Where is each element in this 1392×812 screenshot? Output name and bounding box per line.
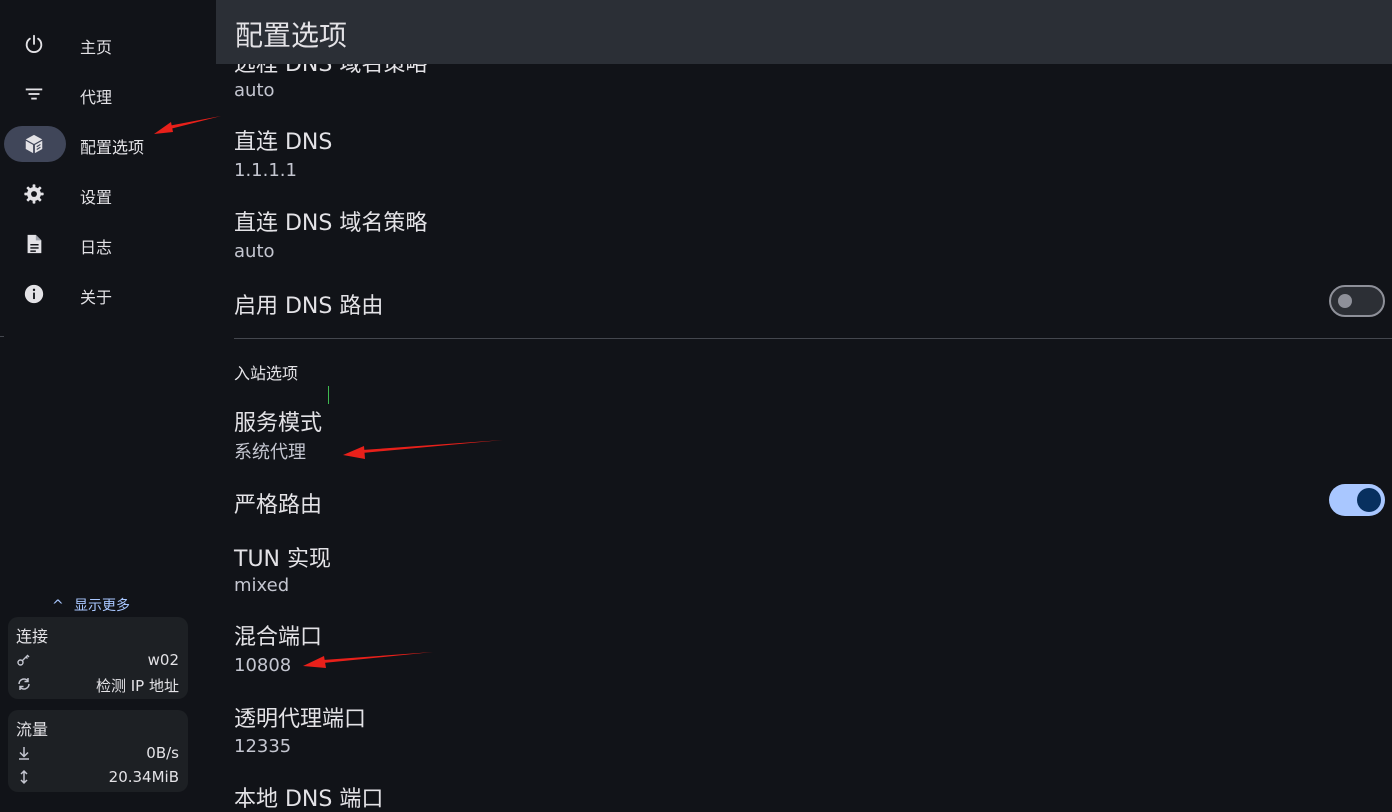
direct-dns-title[interactable]: 直连 DNS bbox=[234, 124, 332, 156]
sidebar-item-home[interactable]: 主页 bbox=[4, 25, 214, 63]
direct-dns-value: 1.1.1.1 bbox=[234, 160, 297, 181]
transparent-proxy-port-title[interactable]: 透明代理端口 bbox=[234, 701, 366, 733]
up-down-arrow-icon bbox=[16, 769, 32, 785]
gear-icon bbox=[24, 184, 44, 204]
sidebar-item-logs[interactable]: 日志 bbox=[4, 225, 214, 263]
refresh-icon bbox=[16, 676, 32, 692]
mixed-port-title[interactable]: 混合端口 bbox=[234, 619, 322, 651]
sidebar-item-proxy[interactable]: 代理 bbox=[4, 75, 214, 113]
remote-dns-strategy-value: auto bbox=[234, 80, 275, 101]
filter-list-icon bbox=[25, 88, 43, 100]
strict-route-title: 严格路由 bbox=[234, 493, 323, 518]
traffic-total-value: 20.34MiB bbox=[108, 768, 179, 786]
traffic-speed-value: 0B/s bbox=[146, 744, 179, 762]
local-dns-port-title[interactable]: 本地 DNS 端口 bbox=[234, 781, 383, 812]
sidebar-item-settings[interactable]: 设置 bbox=[4, 175, 214, 213]
enable-dns-routing-title: 启用 DNS 路由 bbox=[234, 294, 384, 319]
sidebar: 主页 代理 配置选项 设置 日志 关于 ^ 显示更多 连接 w02 检测 IP … bbox=[0, 0, 216, 812]
sidebar-item-about[interactable]: 关于 bbox=[4, 275, 214, 313]
connection-card-title: 连接 bbox=[16, 627, 49, 646]
power-icon bbox=[25, 34, 43, 53]
strict-route-toggle[interactable] bbox=[1329, 484, 1385, 516]
connection-profile-value: w02 bbox=[147, 651, 179, 669]
tun-impl-title[interactable]: TUN 实现 bbox=[234, 541, 331, 573]
sidebar-item-label: 设置 bbox=[80, 188, 113, 207]
main-content: 配置选项 远程 DNS 域名策略 auto 直连 DNS 1.1.1.1 直连 … bbox=[216, 0, 1392, 812]
enable-dns-routing-toggle[interactable] bbox=[1329, 285, 1385, 317]
traffic-total-row: 20.34MiB bbox=[16, 768, 179, 788]
document-icon bbox=[27, 234, 42, 254]
info-icon bbox=[24, 284, 44, 304]
page-title: 配置选项 bbox=[235, 19, 348, 52]
traffic-speed-row: 0B/s bbox=[16, 744, 179, 764]
connection-profile-row[interactable]: w02 bbox=[16, 651, 179, 671]
sidebar-item-label: 主页 bbox=[80, 38, 113, 57]
direct-dns-strategy-title[interactable]: 直连 DNS 域名策略 bbox=[234, 205, 427, 237]
check-ip-label: 检测 IP 地址 bbox=[95, 677, 179, 695]
key-icon bbox=[16, 652, 32, 668]
sidebar-item-label: 代理 bbox=[80, 88, 113, 107]
sidebar-item-label: 配置选项 bbox=[80, 138, 145, 157]
cube-icon bbox=[25, 134, 43, 154]
show-more-label: 显示更多 bbox=[74, 598, 130, 614]
sidebar-item-label: 关于 bbox=[80, 288, 113, 307]
show-more-button[interactable]: ^ 显示更多 bbox=[52, 595, 130, 615]
transparent-proxy-port-value: 12335 bbox=[234, 736, 292, 757]
app-bar: 配置选项 bbox=[216, 0, 1392, 64]
connection-card: 连接 w02 检测 IP 地址 bbox=[8, 617, 188, 699]
service-mode-title[interactable]: 服务模式 bbox=[234, 405, 322, 437]
sidebar-divider bbox=[0, 336, 4, 337]
sidebar-item-profiles[interactable]: 配置选项 bbox=[4, 125, 214, 163]
inbound-section-header: 入站选项 bbox=[234, 364, 299, 383]
mixed-port-value: 10808 bbox=[234, 655, 292, 676]
direct-dns-strategy-value: auto bbox=[234, 241, 275, 262]
traffic-card: 流量 0B/s 20.34MiB bbox=[8, 710, 188, 792]
section-divider bbox=[234, 338, 1392, 339]
download-icon bbox=[16, 745, 32, 761]
check-ip-row[interactable]: 检测 IP 地址 bbox=[16, 675, 179, 695]
text-cursor bbox=[328, 386, 329, 404]
sidebar-item-label: 日志 bbox=[80, 238, 113, 257]
chevron-up-icon: ^ bbox=[52, 598, 64, 614]
service-mode-value: 系统代理 bbox=[234, 442, 306, 463]
traffic-card-title: 流量 bbox=[16, 720, 49, 739]
tun-impl-value: mixed bbox=[234, 575, 290, 596]
